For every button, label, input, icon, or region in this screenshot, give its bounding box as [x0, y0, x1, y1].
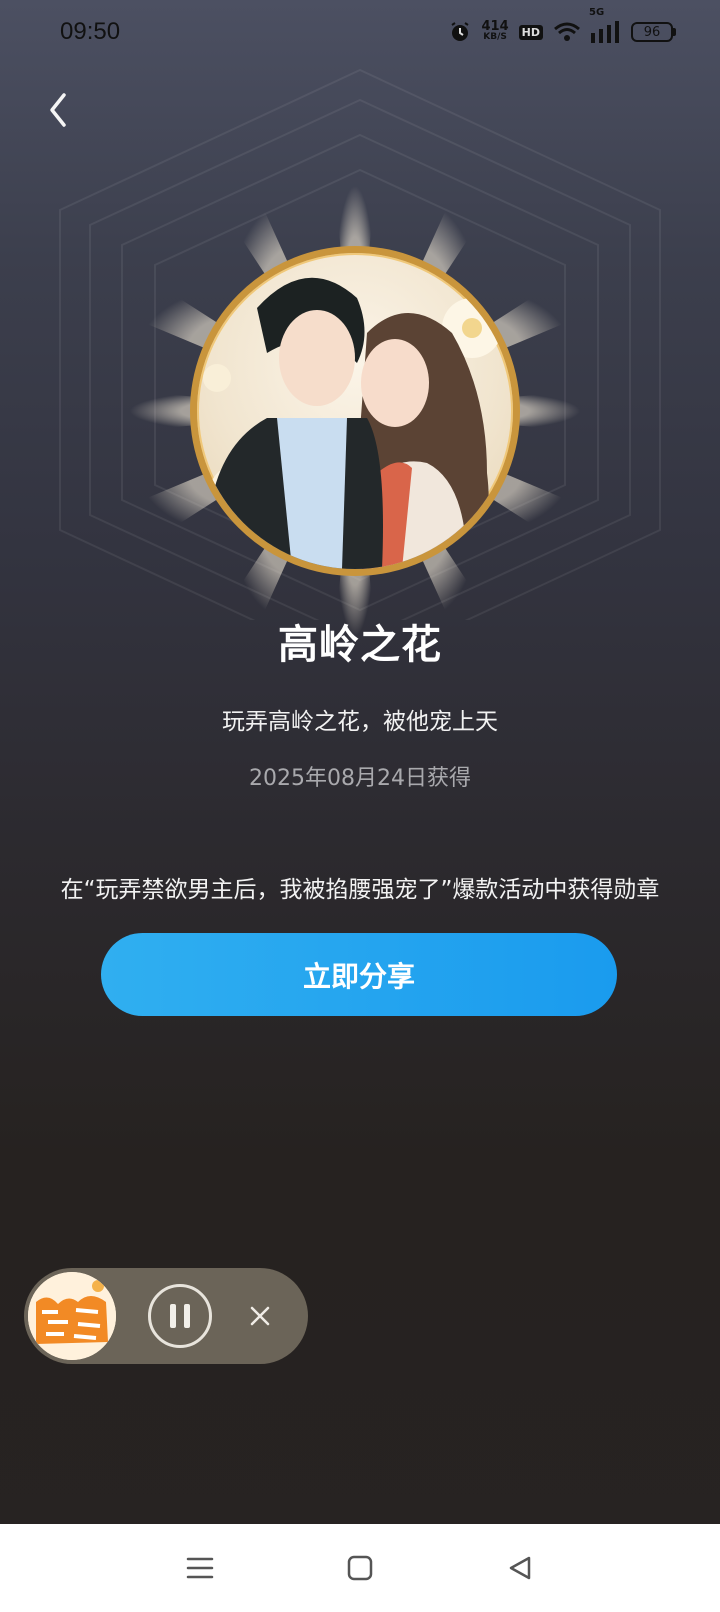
- medal-badge: [130, 186, 580, 636]
- hd-badge: HD: [518, 24, 543, 40]
- cell-signal: 5G: [589, 7, 621, 43]
- signal-bars-icon: [591, 21, 619, 43]
- battery-indicator: 96: [631, 22, 676, 42]
- wifi-icon: [554, 22, 580, 41]
- network-speed: 414 KB/S: [481, 19, 509, 43]
- menu-icon: [186, 1557, 214, 1579]
- network-speed-unit: KB/S: [483, 32, 507, 42]
- couple-illustration: [203, 277, 502, 569]
- pause-button[interactable]: [148, 1284, 212, 1348]
- cover-art-image: [28, 1272, 116, 1360]
- alarm-icon: [450, 22, 469, 41]
- activity-description: 在“玩弄禁欲男主后，我被掐腰强宠了”爆款活动中获得勋章: [60, 877, 660, 903]
- badge-title: 高岭之花: [278, 622, 442, 668]
- share-button[interactable]: 立即分享: [101, 933, 617, 1016]
- player-close-button[interactable]: [242, 1298, 278, 1334]
- system-nav-bar: [0, 1524, 720, 1612]
- mini-player[interactable]: [24, 1268, 308, 1364]
- nav-home-button[interactable]: [330, 1538, 390, 1598]
- badge-illustration: [190, 246, 520, 576]
- battery-level: 96: [631, 22, 673, 42]
- player-cover-art[interactable]: [28, 1272, 116, 1360]
- badge-subtitle: 玩弄高岭之花，被他宠上天: [222, 709, 498, 735]
- close-icon: [250, 1306, 270, 1326]
- status-time: 09:50: [60, 18, 121, 45]
- badge-date: 2025年08月24日获得: [249, 766, 471, 791]
- nav-menu-button[interactable]: [170, 1538, 230, 1598]
- battery-tip: [673, 28, 676, 36]
- home-icon: [347, 1555, 373, 1581]
- back-triangle-icon: [509, 1556, 531, 1580]
- signal-type: 5G: [589, 7, 605, 18]
- nav-back-button[interactable]: [490, 1538, 550, 1598]
- network-speed-value: 414: [481, 19, 509, 34]
- pause-icon: [170, 1304, 176, 1328]
- pause-icon-bar-right: [184, 1304, 190, 1328]
- status-bar: 09:50 414 KB/S HD 5G 96: [0, 0, 720, 64]
- status-icons: 414 KB/S HD 5G 96: [448, 7, 676, 44]
